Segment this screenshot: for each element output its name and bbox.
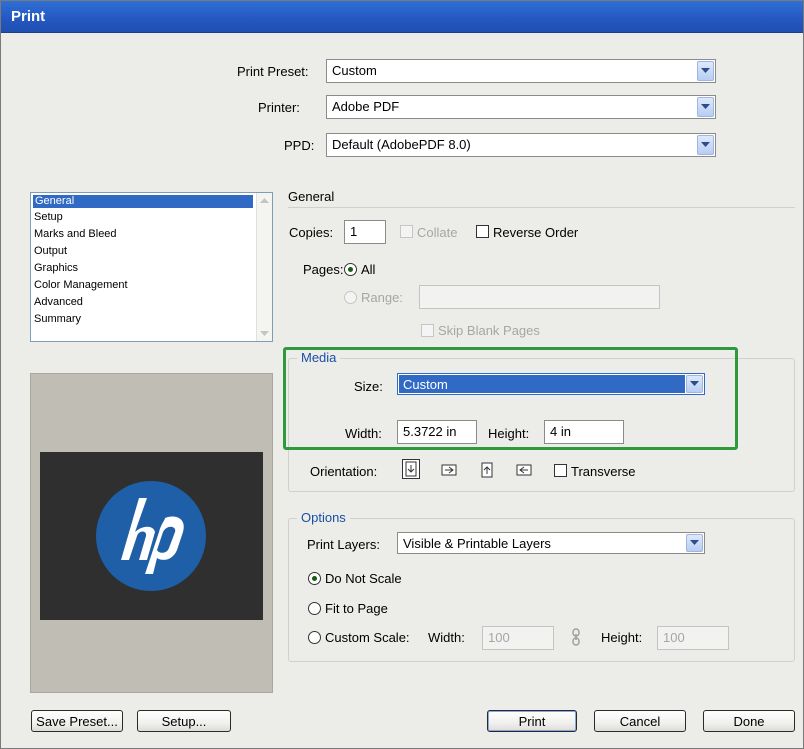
general-divider [288,207,795,208]
fit-to-page-radio[interactable] [308,602,321,615]
chevron-down-icon[interactable] [686,375,703,393]
setup-button[interactable]: Setup... [137,710,231,732]
save-preset-button[interactable]: Save Preset... [31,710,123,732]
print-preset-value: Custom [332,63,377,78]
pages-range-input[interactable] [419,285,660,309]
print-layers-value: Visible & Printable Layers [403,536,551,551]
custom-scale-radio[interactable] [308,631,321,644]
reverse-order-label: Reverse Order [493,225,579,240]
title-bar[interactable]: Print [1,1,803,33]
chevron-down-icon[interactable] [686,534,703,552]
width-input[interactable]: 5.3722 in [397,420,477,444]
print-preset-select[interactable]: Custom [326,59,716,83]
preview-page [40,452,263,620]
category-item-output[interactable]: Output [34,246,67,257]
scroll-down-icon [260,331,269,336]
reverse-landscape-icon[interactable] [516,461,532,482]
ppd-value: Default (AdobePDF 8.0) [332,137,471,152]
custom-scale-height-label: Height: [601,630,643,645]
category-item-summary[interactable]: Summary [34,314,81,325]
options-legend: Options [297,510,350,525]
cancel-button[interactable]: Cancel [594,710,686,732]
print-dialog: Print Print Preset: Custom Printer: Adob… [0,0,804,749]
link-chain-icon[interactable] [571,628,581,649]
category-scrollbar[interactable] [256,193,272,341]
transverse-label: Transverse [571,464,636,479]
portrait-icon[interactable] [402,459,420,479]
skip-blank-pages-checkbox[interactable] [421,324,434,337]
chevron-down-icon[interactable] [697,135,714,155]
orientation-label: Orientation: [310,464,378,479]
height-input[interactable]: 4 in [544,420,624,444]
general-heading: General [288,189,335,204]
category-item-setup[interactable]: Setup [34,212,63,223]
custom-scale-label: Custom Scale: [325,630,410,645]
collate-label: Collate [417,225,458,240]
copies-input[interactable]: 1 [344,220,386,244]
transverse-checkbox[interactable] [554,464,567,477]
copies-label: Copies: [289,225,334,240]
print-layers-label: Print Layers: [307,537,380,552]
preview-panel [30,373,273,693]
collate-checkbox[interactable] [400,225,413,238]
done-button[interactable]: Done [703,710,795,732]
custom-scale-height-input[interactable]: 100 [657,626,729,650]
hp-logo-icon [96,481,206,591]
pages-all-radio[interactable] [344,263,357,276]
ppd-label: PPD: [284,138,315,153]
media-legend: Media [297,350,341,365]
printer-label: Printer: [258,100,300,115]
size-select[interactable]: Custom [397,373,705,395]
fit-to-page-label: Fit to Page [325,601,388,616]
pages-all-label: All [361,262,376,277]
custom-scale-width-input[interactable]: 100 [482,626,554,650]
landscape-icon[interactable] [441,461,457,482]
ppd-select[interactable]: Default (AdobePDF 8.0) [326,133,716,157]
scroll-up-icon [260,198,269,203]
print-layers-select[interactable]: Visible & Printable Layers [397,532,705,554]
width-label: Width: [345,426,382,441]
window-title: Print [11,8,46,25]
category-list[interactable]: General Setup Marks and Bleed Output Gra… [30,192,273,342]
printer-select[interactable]: Adobe PDF [326,95,716,119]
do-not-scale-label: Do Not Scale [325,571,402,586]
skip-blank-pages-label: Skip Blank Pages [438,323,540,338]
printer-value: Adobe PDF [332,99,400,114]
category-item-advanced[interactable]: Advanced [34,297,83,308]
category-item-general[interactable]: General [33,195,253,208]
size-label: Size: [354,379,383,394]
do-not-scale-radio[interactable] [308,572,321,585]
pages-label: Pages: [303,262,344,277]
category-item-color-management[interactable]: Color Management [34,280,128,291]
chevron-down-icon[interactable] [697,97,714,117]
category-item-marks-and-bleed[interactable]: Marks and Bleed [34,229,117,240]
height-label: Height: [488,426,530,441]
chevron-down-icon[interactable] [697,61,714,81]
pages-range-label: Range: [361,290,403,305]
reverse-portrait-icon[interactable] [479,461,495,482]
custom-scale-width-label: Width: [428,630,465,645]
category-item-graphics[interactable]: Graphics [34,263,78,274]
reverse-order-checkbox[interactable] [476,225,489,238]
print-button[interactable]: Print [487,710,577,732]
size-value: Custom [403,377,448,392]
print-preset-label: Print Preset: [237,64,309,79]
pages-range-radio[interactable] [344,291,357,304]
